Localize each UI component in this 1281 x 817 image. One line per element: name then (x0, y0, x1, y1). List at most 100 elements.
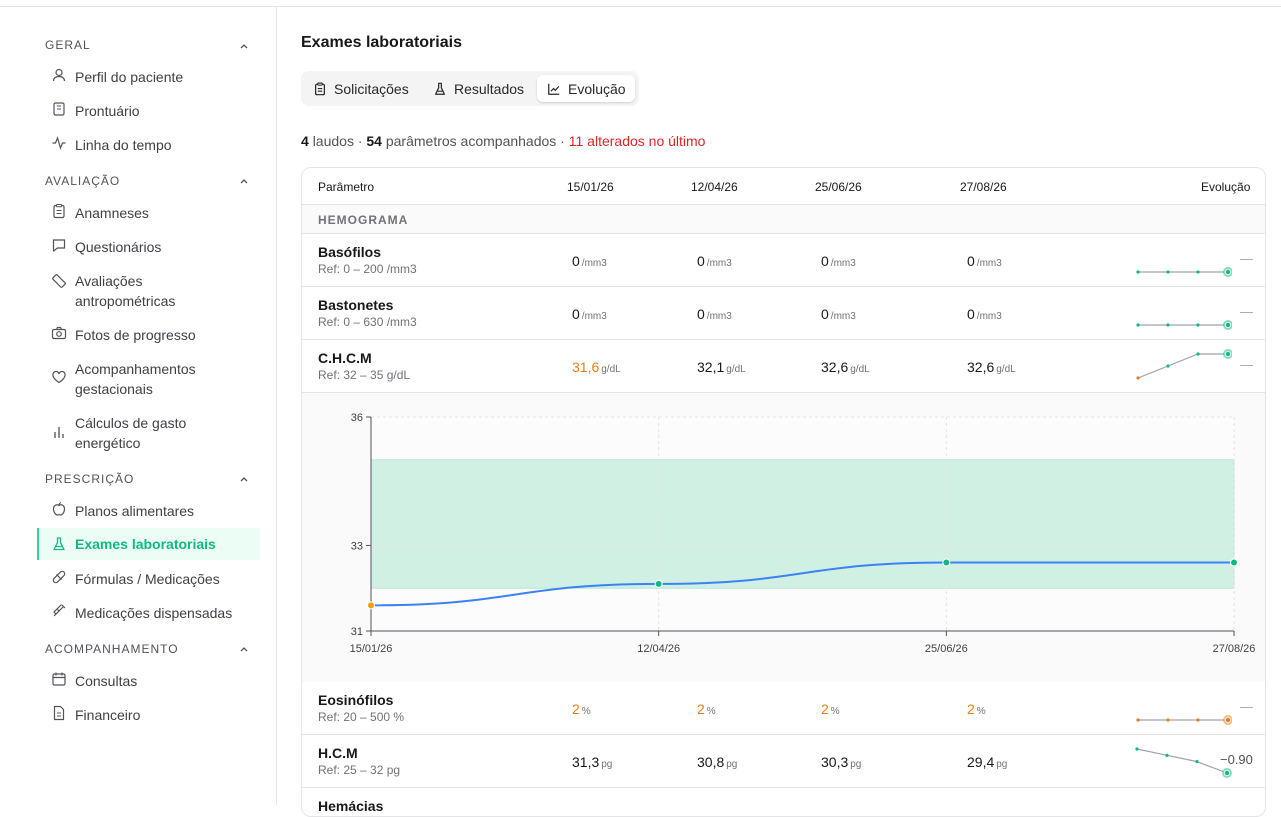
value-unit: % (706, 706, 716, 717)
table-row[interactable]: Eosinófilos Ref: 20 – 500 % 2% 2% 2% 2% — (302, 682, 1265, 735)
sidebar-item-label: energético (75, 435, 141, 451)
value-unit: /mm3 (581, 311, 607, 322)
value-unit: g/dL (726, 364, 746, 375)
tab-label: Evolução (568, 80, 626, 97)
sparkline[interactable] (1132, 348, 1232, 384)
value-unit: /mm3 (706, 311, 732, 322)
sidebar-item-gasto-energetico[interactable]: Cálculos de gasto energético (37, 413, 260, 453)
value-text: 2 (572, 701, 580, 717)
value-unit: g/dL (850, 364, 870, 375)
value-text: 2 (697, 701, 705, 717)
trend-value: — (1240, 357, 1253, 372)
chart-svg: 31 33 36 15/01/26 12/04/26 25/06/26 27/08/26 (302, 393, 1265, 682)
tab-evolucao[interactable]: Evolução (537, 75, 635, 102)
value-unit: pg (996, 759, 1008, 770)
cell-value: 30,3 pg (821, 754, 861, 770)
sparkline-point (1225, 717, 1231, 723)
sidebar-item-anamneses[interactable]: Anamneses (37, 203, 260, 223)
table-row[interactable]: C.H.C.M Ref: 32 – 35 g/dL 31,6 g/dL 32,1 g/dL… (302, 340, 1265, 393)
data-point[interactable] (654, 579, 663, 588)
cell-value: 0/mm3 (821, 253, 856, 269)
value-text: 0 (697, 253, 705, 269)
exams-table: Parâmetro 15/01/26 12/04/26 25/06/26 27/… (301, 167, 1266, 817)
x-tick-label: 27/08/26 (1213, 643, 1256, 655)
cell-value: 2% (697, 701, 716, 717)
sidebar-item-prontuario[interactable]: Prontuário (37, 101, 260, 121)
sidebar: GERAL Perfil do paciente Prontuário Linh… (0, 7, 276, 805)
sidebar-item-medicacoes[interactable]: Medicações dispensadas (37, 603, 260, 623)
sidebar-item-formulas[interactable]: Fórmulas / Medicações (37, 569, 260, 589)
chevron-up-icon[interactable] (238, 175, 250, 187)
tab-solicitacoes[interactable]: Solicitações (313, 75, 409, 102)
cell-value: 31,3 pg (572, 754, 612, 770)
value-unit: % (976, 706, 986, 717)
sparkline[interactable] (1132, 743, 1232, 779)
data-point[interactable] (367, 601, 375, 610)
table-row[interactable]: Hemácias (302, 788, 1265, 816)
sidebar-item-questionarios[interactable]: Questionários (37, 237, 260, 257)
value-text: 0 (967, 253, 975, 269)
sidebar-item-label: gestacionais (75, 381, 153, 397)
sparkline[interactable] (1132, 690, 1232, 726)
sidebar-item-avaliacoes-antropometricas[interactable]: Avaliações antropométricas (37, 271, 260, 311)
sidebar-item-planos[interactable]: Planos alimentares (37, 501, 260, 521)
param-name: Basófilos (318, 244, 382, 260)
col-header-date: 25/06/26 (815, 180, 862, 194)
page-title: Exames laboratoriais (301, 34, 462, 51)
user-icon (52, 68, 66, 82)
param-name: Hemácias (318, 798, 384, 814)
heart-icon (52, 370, 66, 384)
sparkline-line (1136, 748, 1228, 774)
sidebar-item-consultas[interactable]: Consultas (37, 671, 260, 691)
ruler-icon (52, 274, 66, 288)
cell-value: 0/mm3 (572, 306, 607, 322)
trend-value: — (1240, 304, 1253, 319)
evolution-chart: 31 33 36 15/01/26 12/04/26 25/06/26 27/08/26 (302, 393, 1265, 682)
y-tick-label: 36 (351, 412, 363, 424)
chevron-up-icon[interactable] (238, 643, 250, 655)
summary-line: 4 laudos · 54 parâmetros acompanhados · … (301, 133, 705, 149)
sparkline-point (1136, 376, 1140, 380)
sidebar-item-perfil[interactable]: Perfil do paciente (37, 67, 260, 87)
chevron-up-icon[interactable] (238, 473, 250, 485)
table-row[interactable]: Basófilos Ref: 0 – 200 /mm3 0/mm3 0/mm3 0/mm… (302, 234, 1265, 287)
value-unit: g/dL (996, 364, 1016, 375)
data-point[interactable] (1230, 558, 1238, 567)
value-unit: /mm3 (706, 258, 732, 269)
laudos-label: laudos · (312, 133, 363, 149)
data-point[interactable] (942, 558, 951, 567)
sidebar-item-gestacionais[interactable]: Acompanhamentos gestacionais (37, 359, 260, 399)
group-header: HEMOGRAMA (302, 205, 1265, 234)
cell-value: 2% (572, 701, 591, 717)
value-unit: /mm3 (830, 311, 856, 322)
value-unit: /mm3 (830, 258, 856, 269)
col-header-date: 15/01/26 (567, 180, 614, 194)
sidebar-item-label: Consultas (75, 673, 138, 689)
chevron-up-icon[interactable] (238, 40, 250, 52)
reference-band (370, 459, 1235, 589)
value-unit: /mm3 (976, 311, 1002, 322)
sidebar-item-label: Fotos de progresso (75, 327, 196, 343)
group-label: HEMOGRAMA (318, 213, 409, 227)
sidebar-item-financeiro[interactable]: Financeiro (37, 705, 260, 725)
sparkline-point (1225, 269, 1231, 275)
cell-value: 32,1 g/dL (697, 359, 746, 375)
table-row[interactable]: H.C.M Ref: 25 – 32 pg 31,3 pg 30,8 pg 30,3 pg 29… (302, 735, 1265, 788)
value-text: 31,3 (572, 754, 600, 770)
sidebar-item-linha-do-tempo[interactable]: Linha do tempo (37, 135, 260, 155)
cell-value: 30,8 pg (697, 754, 737, 770)
sidebar-item-exames[interactable]: Exames laboratoriais (37, 528, 260, 560)
tab-resultados[interactable]: Resultados (433, 75, 524, 102)
table-row[interactable]: Bastonetes Ref: 0 – 630 /mm3 0/mm3 0/mm3 0/m… (302, 287, 1265, 340)
section-title-acompanhamento: ACOMPANHAMENTO (45, 642, 179, 656)
sparkline[interactable] (1132, 242, 1232, 278)
value-unit: pg (726, 759, 738, 770)
sparkline[interactable] (1132, 295, 1232, 331)
sidebar-item-fotos[interactable]: Fotos de progresso (37, 325, 260, 345)
trend-value: — (1240, 699, 1253, 714)
value-text: 2 (967, 701, 975, 717)
value-text: 32,6 (821, 359, 849, 375)
sidebar-item-label: Medicações dispensadas (75, 605, 233, 621)
param-reference: Ref: 0 – 630 /mm3 (318, 315, 417, 329)
sparkline-point (1196, 270, 1200, 274)
